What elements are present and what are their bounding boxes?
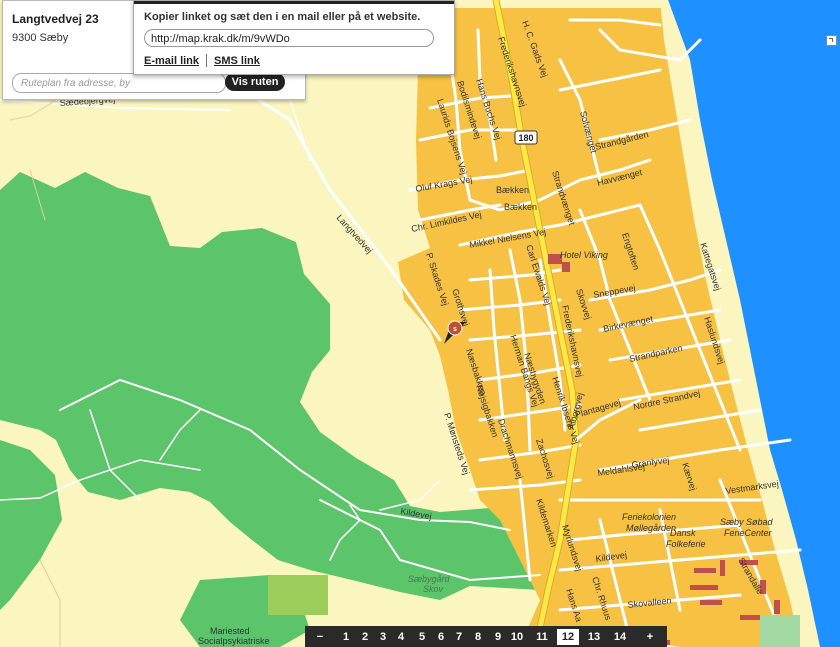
park-area xyxy=(268,575,328,615)
wood-label-1: Sæbygård xyxy=(408,574,451,584)
address-street: Langtvedvej 23 xyxy=(12,12,99,26)
marker-label: s xyxy=(453,326,457,333)
expand-icon[interactable] xyxy=(826,35,837,46)
zoom-level-2[interactable]: 2 xyxy=(358,629,372,645)
road-number: 180 xyxy=(518,133,533,143)
popup-top-bar xyxy=(134,1,454,4)
address-city: 9300 Sæby xyxy=(12,32,69,44)
hotel-label: Hotel Viking xyxy=(560,250,608,260)
mariested-label-1: Mariested xyxy=(210,626,250,636)
zoom-level-bar: − 1 2 3 4 5 6 7 8 9 10 11 12 13 14 + xyxy=(305,626,667,647)
link-separator xyxy=(206,54,207,67)
zoom-level-1[interactable]: 1 xyxy=(339,629,353,645)
zoom-level-6[interactable]: 6 xyxy=(434,629,448,645)
share-instruction: Kopier linket og sæt den i en mail eller… xyxy=(144,11,421,23)
street-label: Bækken xyxy=(504,202,537,212)
zoom-level-5[interactable]: 5 xyxy=(415,629,429,645)
zoom-level-8[interactable]: 8 xyxy=(471,629,485,645)
share-url-field[interactable]: http://map.krak.dk/m/9vWDo xyxy=(144,29,434,47)
show-route-button[interactable]: Vis ruten xyxy=(225,73,285,91)
street-label: Bækken xyxy=(496,185,529,195)
dansk-label-2: Folkeferie xyxy=(666,539,706,549)
sports-field xyxy=(760,615,800,647)
ferie-label-1: Feriekolonien xyxy=(622,512,676,522)
email-link[interactable]: E-mail link xyxy=(144,55,199,67)
route-from-input[interactable] xyxy=(12,73,226,93)
share-link-popup: Kopier linket og sæt den i en mail eller… xyxy=(133,0,455,75)
zoom-level-11[interactable]: 11 xyxy=(533,629,551,645)
saeby-sobad-label-1: Sæby Søbad xyxy=(720,517,774,527)
zoom-level-12-active[interactable]: 12 xyxy=(557,629,579,645)
zoom-level-4[interactable]: 4 xyxy=(394,629,408,645)
saeby-sobad-label-2: FerieCenter xyxy=(724,528,773,538)
dansk-label-1: Dansk xyxy=(670,528,696,538)
ferie-label-2: Møllegården xyxy=(626,523,676,533)
zoom-level-14[interactable]: 14 xyxy=(611,629,629,645)
mariested-label-2: Socialpsykiatriske xyxy=(198,636,270,646)
zoom-level-10[interactable]: 10 xyxy=(508,629,526,645)
wood-label-2: Skov xyxy=(423,584,444,594)
zoom-out-button[interactable]: − xyxy=(313,629,327,645)
zoom-level-3[interactable]: 3 xyxy=(376,629,390,645)
zoom-level-7[interactable]: 7 xyxy=(452,629,466,645)
sms-link[interactable]: SMS link xyxy=(214,55,260,67)
zoom-level-13[interactable]: 13 xyxy=(585,629,603,645)
zoom-in-button[interactable]: + xyxy=(643,629,657,645)
zoom-level-9[interactable]: 9 xyxy=(491,629,505,645)
